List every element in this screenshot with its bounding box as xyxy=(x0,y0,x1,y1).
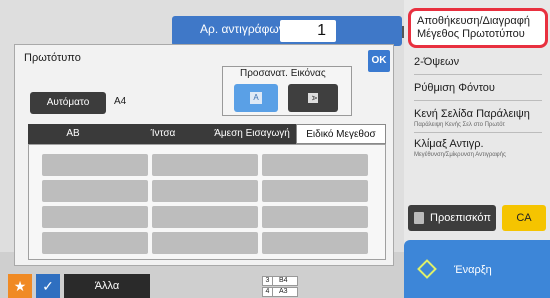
custom-size-slot[interactable] xyxy=(42,206,148,228)
preview-icon xyxy=(414,212,424,224)
custom-size-slot[interactable] xyxy=(42,232,148,254)
star-icon[interactable]: ★ xyxy=(8,274,32,298)
tray-size: B4 xyxy=(279,277,288,284)
custom-size-slot[interactable] xyxy=(152,154,258,176)
tab-direct-entry[interactable]: Άμεση Εισαγωγή xyxy=(208,124,296,144)
orientation-portrait-button[interactable]: A xyxy=(234,84,278,112)
copies-label: Αρ. αντιγράφων xyxy=(200,22,285,36)
landscape-icon: A xyxy=(308,93,318,103)
menu-item-label: 2-Όψεων xyxy=(414,56,460,68)
menu-item-duplex[interactable]: 2-Όψεων xyxy=(414,56,546,69)
custom-size-slot[interactable] xyxy=(262,206,368,228)
save-delete-original-size-item[interactable]: Αποθήκευση/Διαγραφή Μέγεθος Πρωτοτύπου xyxy=(408,8,548,48)
custom-size-slot[interactable] xyxy=(262,154,368,176)
tray-row: 3 B4 xyxy=(262,276,298,286)
tray-row: 4 A3 xyxy=(262,287,298,297)
start-label: Έναρξη xyxy=(454,264,492,276)
tray-number: 3 xyxy=(263,277,273,285)
tray-number: 4 xyxy=(263,288,273,296)
copies-input[interactable]: 1 xyxy=(280,20,336,42)
highlight-line1: Αποθήκευση/Διαγραφή xyxy=(417,15,531,27)
orientation-title: Προσανατ. Εικόνας xyxy=(240,68,326,79)
highlight-line2: Μέγεθος Πρωτοτύπου xyxy=(417,28,525,40)
tab-inch[interactable]: Ίντσα xyxy=(118,124,208,144)
menu-item-label: Ρύθμιση Φόντου xyxy=(414,82,495,94)
ok-button[interactable]: OK xyxy=(368,50,390,72)
size-value: A4 xyxy=(114,96,127,107)
menu-item-sublabel: Παράλειψη Κενής Σελ στο Πρωτότ xyxy=(414,122,505,128)
custom-size-slot[interactable] xyxy=(42,180,148,202)
menu-divider xyxy=(414,74,542,75)
portrait-icon: A xyxy=(250,92,262,104)
ca-button[interactable]: CA xyxy=(502,205,546,231)
custom-size-slot[interactable] xyxy=(262,180,368,202)
other-button[interactable]: Άλλα xyxy=(64,274,150,298)
check-icon[interactable]: ✓ xyxy=(36,274,60,298)
custom-size-slot[interactable] xyxy=(152,232,258,254)
menu-item-label: Κλίμαξ Αντιγρ. xyxy=(414,138,484,150)
custom-size-slot[interactable] xyxy=(42,154,148,176)
dialog-title: Πρωτότυπο xyxy=(24,52,81,64)
menu-item-label: Κενή Σελίδα Παράλειψη xyxy=(414,108,530,120)
tab-ab[interactable]: AB xyxy=(28,124,118,144)
tray-size: A3 xyxy=(279,288,288,295)
menu-item-sublabel: Μεγέθυνση/Σμίκρυνση Αντιγραφής xyxy=(414,152,506,158)
menu-divider xyxy=(414,100,542,101)
preview-label: Προεπισκόπ xyxy=(430,212,491,224)
menu-divider xyxy=(414,132,542,133)
menu-item-copy-ratio[interactable]: Κλίμαξ Αντιγρ. Μεγέθυνση/Σμίκρυνση Αντιγ… xyxy=(414,138,546,159)
custom-size-slot[interactable] xyxy=(152,206,258,228)
custom-size-slot[interactable] xyxy=(262,232,368,254)
custom-size-slot[interactable] xyxy=(152,180,258,202)
menu-item-background[interactable]: Ρύθμιση Φόντου xyxy=(414,82,546,95)
auto-button[interactable]: Αυτόματο xyxy=(30,92,106,114)
tab-special-size[interactable]: Ειδικό Μεγεθοσ xyxy=(296,124,386,144)
orientation-landscape-button[interactable]: A xyxy=(288,84,338,112)
menu-item-blank-skip[interactable]: Κενή Σελίδα Παράλειψη Παράλειψη Κενής Σε… xyxy=(414,108,546,129)
